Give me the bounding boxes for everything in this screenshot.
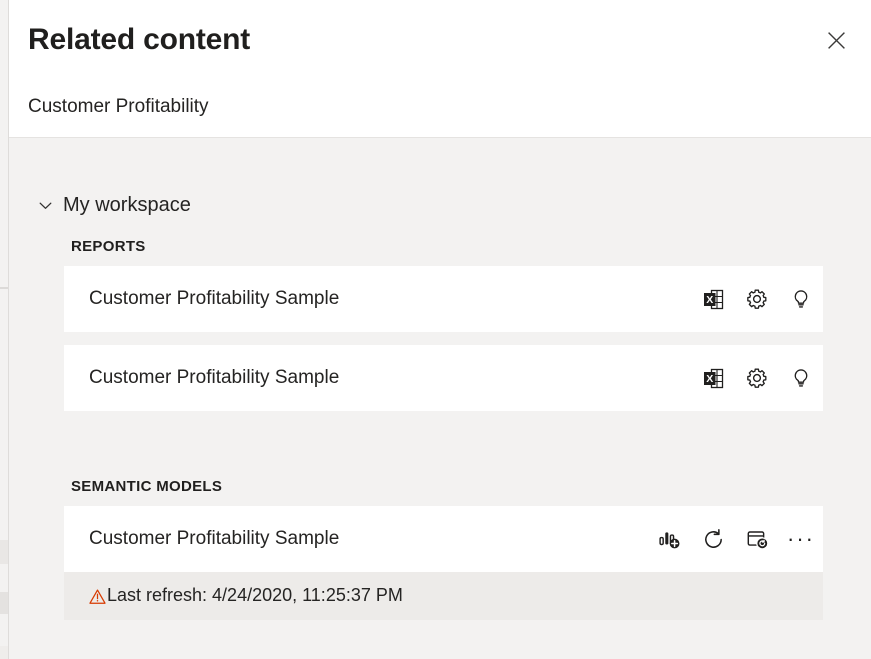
section-reports: REPORTS Customer Profitability Sample X	[64, 238, 823, 421]
gear-icon[interactable]	[735, 356, 779, 400]
excel-icon[interactable]: X	[691, 277, 735, 321]
svg-text:X: X	[706, 294, 713, 306]
table-row[interactable]: Customer Profitability Sample X	[64, 266, 823, 332]
section-heading-semantic-models: SEMANTIC MODELS	[71, 478, 823, 495]
workspace-group-header[interactable]: My workspace	[37, 193, 191, 217]
gear-icon[interactable]	[735, 277, 779, 321]
refresh-icon[interactable]	[691, 517, 735, 561]
section-heading-reports: REPORTS	[71, 238, 823, 255]
chevron-down-icon	[37, 197, 54, 214]
row-actions: X	[691, 356, 823, 400]
warning-triangle-icon	[89, 588, 106, 605]
background-artifact	[0, 287, 8, 289]
related-content-page: Related content Customer Profitability	[0, 0, 871, 659]
panel-subtitle: Customer Profitability	[28, 96, 209, 119]
semantic-model-name: Customer Profitability Sample	[89, 528, 339, 551]
workspace-name: My workspace	[63, 193, 191, 217]
background-artifact	[0, 592, 8, 614]
more-options-icon[interactable]: ···	[779, 517, 823, 561]
close-icon	[827, 31, 846, 50]
schedule-refresh-icon[interactable]	[735, 517, 779, 561]
table-row[interactable]: Customer Profitability Sample	[64, 506, 823, 572]
background-artifact	[0, 646, 8, 659]
excel-icon[interactable]: X	[691, 356, 735, 400]
table-row[interactable]: Customer Profitability Sample X	[64, 345, 823, 411]
report-name: Customer Profitability Sample	[89, 367, 339, 390]
page-title: Related content	[28, 22, 250, 58]
row-actions: ···	[647, 517, 823, 561]
background-page-edge	[0, 0, 8, 659]
section-semantic-models: SEMANTIC MODELS Customer Profitability S…	[64, 478, 823, 620]
related-content-panel: Related content Customer Profitability	[8, 0, 871, 659]
panel-header: Related content Customer Profitability	[9, 0, 871, 138]
last-refresh-text: Last refresh: 4/24/2020, 11:25:37 PM	[107, 585, 403, 607]
row-actions: X	[691, 277, 823, 321]
close-button[interactable]	[818, 22, 854, 58]
background-artifact	[0, 540, 8, 564]
more-options-glyph: ···	[787, 532, 815, 545]
create-report-icon[interactable]	[647, 517, 691, 561]
svg-text:X: X	[706, 373, 713, 385]
lightbulb-icon[interactable]	[779, 356, 823, 400]
status-badge: Last refresh: 4/24/2020, 11:25:37 PM	[64, 572, 823, 620]
report-name: Customer Profitability Sample	[89, 288, 339, 311]
lightbulb-icon[interactable]	[779, 277, 823, 321]
